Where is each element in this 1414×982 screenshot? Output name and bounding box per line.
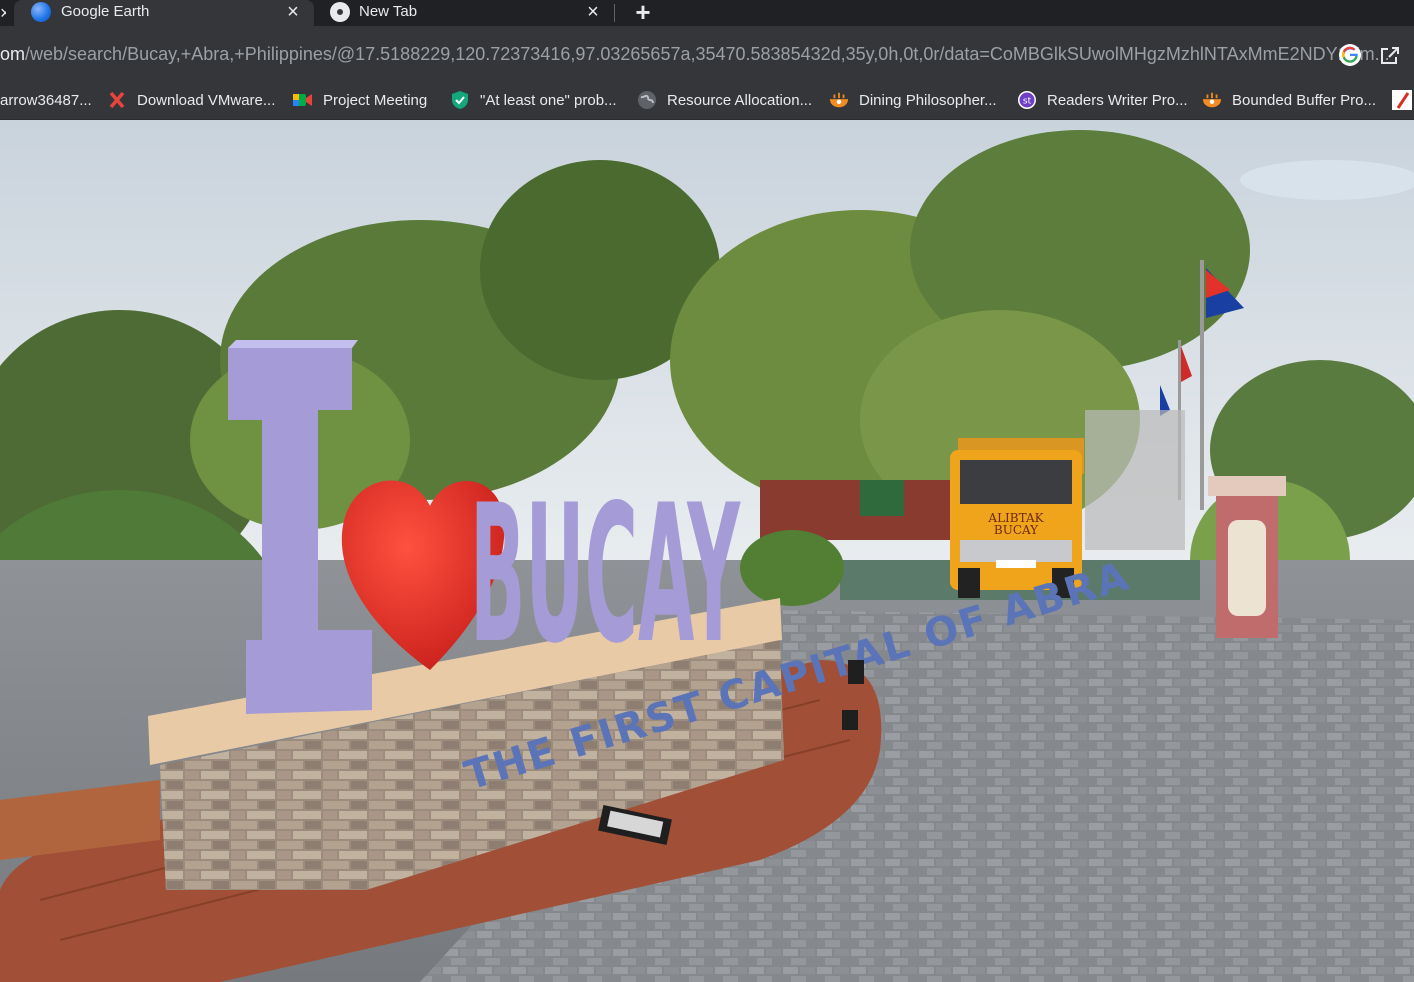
google-meet-icon [293, 90, 313, 110]
vmware-x-icon [107, 90, 127, 110]
google-lens-icon[interactable] [1338, 43, 1362, 67]
close-tab-icon[interactable]: × [584, 2, 602, 22]
shield-check-icon [450, 90, 470, 110]
url-path: /web/search/Bucay,+Abra,+Philippines/@17… [25, 44, 1390, 64]
bookmark-label: Project Meeting [323, 91, 428, 109]
url-host: om [0, 44, 26, 64]
bookmark-item[interactable]: Project Meeting [293, 88, 427, 112]
bookmark-label: Resource Allocation... [667, 91, 813, 109]
bookmark-label: Bounded Buffer Pro... [1232, 91, 1376, 109]
bucay-landmark-photo: ALIBTAK BUCAY THE FIRST CAPITAL OF ABRA [0, 120, 1414, 982]
bookmark-overflow-item[interactable] [1392, 88, 1414, 112]
svg-text:st: st [1023, 97, 1032, 107]
bookmark-item[interactable]: st Readers Writer Pro... [1017, 88, 1188, 112]
browser-toolbar: om/web/search/Bucay,+Abra,+Philippines/@… [0, 26, 1414, 80]
bookmark-label: "At least one" prob... [480, 91, 617, 109]
bookmark-label: Download VMware... [137, 91, 276, 109]
sign-word-bucay: BUCAY [470, 464, 741, 685]
address-bar[interactable]: om/web/search/Bucay,+Abra,+Philippines/@… [0, 40, 1414, 68]
tab-title: Google Earth [61, 3, 150, 20]
tab-divider [614, 4, 615, 22]
truck-text-2: BUCAY [994, 523, 1039, 537]
share-icon[interactable] [1378, 43, 1402, 67]
bookmark-item[interactable]: Bounded Buffer Pro... [1202, 88, 1376, 112]
bookmark-item[interactable]: Resource Allocation... [637, 88, 812, 112]
bookmark-item[interactable]: "At least one" prob... [450, 88, 617, 112]
tab-google-earth[interactable]: Google Earth × [14, 0, 314, 26]
bowl-icon [1202, 90, 1222, 110]
bookmark-item[interactable]: Download VMware... [107, 88, 275, 112]
sign-letters: BUCAY [470, 464, 741, 685]
st-badge-icon: st [1017, 90, 1037, 110]
bookmark-label: Readers Writer Pro... [1047, 91, 1188, 109]
street-view-photo[interactable]: ALIBTAK BUCAY THE FIRST CAPITAL OF ABRA [0, 120, 1414, 982]
tab-new-tab[interactable]: New Tab × [318, 0, 614, 26]
globe-icon [637, 90, 657, 110]
close-tab-icon[interactable]: × [284, 2, 302, 22]
bookmark-item[interactable]: Dining Philosopher... [829, 88, 997, 112]
chrome-icon [330, 2, 350, 22]
bookmark-label: Dining Philosopher... [859, 91, 997, 109]
bookmarks-bar: arrow36487... Download VMware... Project… [0, 80, 1414, 120]
google-earth-icon [31, 2, 51, 22]
new-tab-button[interactable]: + [630, 0, 656, 26]
bowl-icon [829, 90, 849, 110]
tab-title: New Tab [359, 3, 418, 20]
tab-strip: Google Earth × New Tab × + × [0, 0, 1414, 26]
gate-pillar [1208, 476, 1286, 638]
bookmark-item[interactable]: arrow36487... [0, 88, 92, 112]
pen-logo-icon [1392, 90, 1412, 110]
tab-edge-close-icon[interactable]: × [0, 3, 6, 23]
bookmark-label: arrow36487... [0, 91, 92, 109]
